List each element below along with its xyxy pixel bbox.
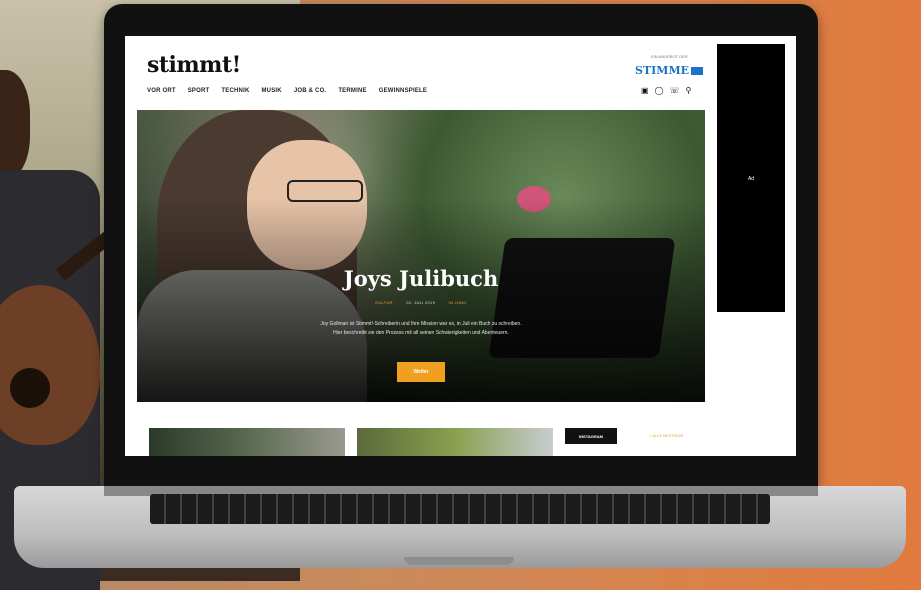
whatsapp-icon[interactable]: ☏ — [670, 86, 680, 95]
laptop-keyboard — [150, 494, 770, 524]
nav-item-vor-ort[interactable]: VOR ORT — [147, 88, 176, 94]
instagram-button[interactable]: INSTAGRAM — [565, 428, 617, 444]
nav-item-job-co[interactable]: JOB & CO. — [294, 88, 326, 94]
article-tile-2[interactable] — [357, 428, 553, 456]
guitar-hole — [10, 368, 50, 408]
all-posts-link[interactable]: > ALLE BEITRÄGE — [649, 433, 683, 438]
partner-badge — [691, 67, 704, 75]
partner-logo[interactable]: STIMME — [635, 64, 704, 77]
laptop-screen: stimmt! VOR ORT SPORT TECHNIK MUSIK JOB … — [125, 36, 796, 456]
hero-author[interactable]: IN JUNG — [449, 300, 467, 305]
main-nav: VOR ORT SPORT TECHNIK MUSIK JOB & CO. TE… — [147, 88, 427, 94]
laptop-notch — [404, 557, 514, 565]
social-icons: ▣ ◯ ☏ ⚲ — [641, 86, 691, 95]
nav-item-sport[interactable]: SPORT — [188, 88, 210, 94]
partner-logo-text: STIMME — [635, 64, 690, 77]
ad-label: Ad — [747, 176, 755, 182]
hero-teaser-line-1: Joy Gollman ist Stimmt!-Schreiberin und … — [320, 321, 522, 327]
partner-label: EIN ANGEBOT DER — [651, 54, 688, 59]
nav-item-technik[interactable]: TECHNIK — [221, 88, 249, 94]
hero-meta: KULTUR 02. JULI 2019 IN JUNG — [137, 300, 705, 305]
nav-item-gewinnspiele[interactable]: GEWINNSPIELE — [379, 88, 427, 94]
search-icon[interactable]: ⚲ — [686, 86, 692, 95]
hero-teaser-line-2: Hier beschreibt sie den Prozess mit all … — [333, 330, 509, 336]
hero-title[interactable]: Joys Julibuch — [137, 266, 705, 291]
hero-category[interactable]: KULTUR — [375, 300, 393, 305]
hero-banner[interactable]: Joys Julibuch KULTUR 02. JULI 2019 IN JU… — [137, 110, 705, 402]
hero-teaser: Joy Gollman ist Stimmt!-Schreiberin und … — [247, 320, 595, 338]
article-tile-1[interactable] — [149, 428, 345, 456]
hero-date: 02. JULI 2019 — [406, 300, 436, 305]
ad-box[interactable]: Ad — [717, 44, 785, 312]
instagram-icon[interactable]: ◯ — [655, 86, 664, 95]
hero-shade — [137, 110, 705, 402]
hero-read-more-button[interactable]: Weiter — [397, 362, 445, 382]
person-head — [0, 70, 30, 180]
nav-item-termine[interactable]: TERMINE — [338, 88, 366, 94]
facebook-icon[interactable]: ▣ — [641, 86, 649, 95]
nav-item-musik[interactable]: MUSIK — [261, 88, 281, 94]
site-logo[interactable]: stimmt! — [147, 52, 241, 78]
